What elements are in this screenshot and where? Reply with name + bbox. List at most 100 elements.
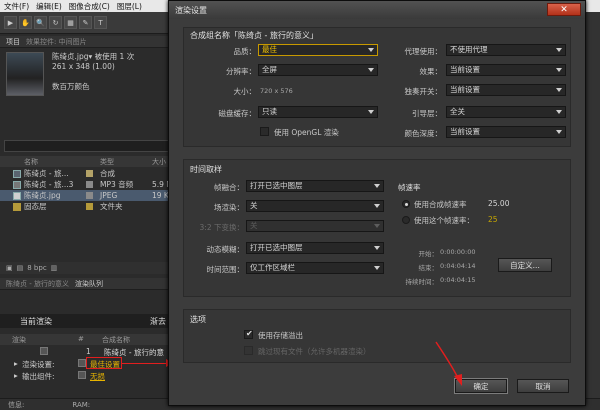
chevron-down-icon xyxy=(374,224,380,228)
project-item[interactable]: 陈绮贞 - 旅... 合成 xyxy=(0,168,170,179)
chevron-down-icon xyxy=(374,204,380,208)
timeline-tabs: 陈绮贞 - 旅行的意义 渲染队列 xyxy=(0,278,170,290)
thumbnail-info: 陈绮贞.jpg▾ 被使用 1 次 261 x 348 (1.00) 数百万颜色 xyxy=(52,52,172,92)
column-comp-name: 合成名称 xyxy=(102,336,130,344)
effects-dropdown[interactable]: 当前设置 xyxy=(446,64,566,76)
project-list: 陈绮贞 - 旅... 合成 陈绮贞 - 旅...3 MP3 音频 5.9 M 陈… xyxy=(0,168,173,212)
new-folder-icon[interactable]: ▤ xyxy=(17,264,24,272)
project-item-name: 陈绮贞 - 旅... xyxy=(24,169,69,178)
color-depth-dropdown[interactable]: 当前设置 xyxy=(446,126,566,138)
proxy-use-dropdown[interactable]: 不使用代理 xyxy=(446,44,566,56)
custom-frame-rate-value[interactable]: 25 xyxy=(488,215,498,224)
use-this-frame-rate-radio[interactable] xyxy=(402,216,410,224)
motion-blur-dropdown[interactable]: 打开已选中图层 xyxy=(246,242,384,254)
pen-tool-icon[interactable]: ✎ xyxy=(79,16,92,29)
chevron-down-icon xyxy=(556,48,562,52)
solo-switch-dropdown[interactable]: 当前设置 xyxy=(446,84,566,96)
custom-time-span-button[interactable]: 自定义... xyxy=(498,258,552,272)
thumbnail-filename[interactable]: 陈绮贞.jpg▾ xyxy=(52,52,92,61)
use-comp-frame-rate-label: 使用合成帧速率 xyxy=(414,200,467,209)
menu-layer[interactable]: 图层(L) xyxy=(117,1,142,12)
use-storage-overflow-label: 使用存储溢出 xyxy=(258,331,303,340)
project-item-type: 合成 xyxy=(100,169,115,178)
label-color-swatch[interactable] xyxy=(86,170,93,177)
opengl-checkbox[interactable] xyxy=(260,127,269,136)
output-module-link[interactable]: 无损 xyxy=(90,371,105,382)
current-render-label: 当前渲染 xyxy=(20,316,52,326)
quality-label: 品质： xyxy=(233,47,257,56)
expand-arrow-icon[interactable]: ▸ xyxy=(14,359,18,368)
options-section: 选项 使用存储溢出 跳过现有文件（允许多机器渲染） xyxy=(183,309,571,363)
render-queue-extra-label: 渐去 xyxy=(150,316,166,326)
column-index: # xyxy=(78,335,84,343)
right-panel-strip xyxy=(585,12,600,398)
resolution-dropdown[interactable]: 全屏 xyxy=(258,64,378,76)
menu-composition[interactable]: 图像合成(C) xyxy=(69,1,110,12)
annotation-arrow-to-ok xyxy=(435,341,462,386)
interpret-footage-icon[interactable]: ▣ xyxy=(6,264,13,272)
duration-value: 0:04:04:15 xyxy=(440,276,476,284)
time-span-dropdown[interactable]: 仅工作区域栏 xyxy=(246,262,384,274)
hand-tool-icon[interactable]: ✋ xyxy=(19,16,32,29)
render-settings-label: 渲染设置: xyxy=(22,360,55,369)
text-tool-icon[interactable]: T xyxy=(94,16,107,29)
project-search-input[interactable] xyxy=(4,140,170,152)
project-panel-tabs: 项目 效果控件: 中间图片 xyxy=(0,36,170,48)
dialog-titlebar[interactable]: 渲染设置 ✕ xyxy=(169,1,585,19)
tab-composition-timeline[interactable]: 陈绮贞 - 旅行的意义 xyxy=(6,279,69,289)
cancel-button[interactable]: 取消 xyxy=(517,379,569,393)
image-file-icon xyxy=(13,191,21,200)
close-icon: ✕ xyxy=(560,4,568,15)
expand-arrow-icon[interactable]: ▸ xyxy=(14,371,18,380)
quality-dropdown[interactable]: 最佳 xyxy=(258,44,378,56)
render-checkbox[interactable] xyxy=(40,347,48,355)
column-type[interactable]: 类型 xyxy=(100,157,114,167)
disk-cache-dropdown[interactable]: 只读 xyxy=(258,106,378,118)
guide-layers-dropdown[interactable]: 全关 xyxy=(446,106,566,118)
label-color-swatch[interactable] xyxy=(86,192,93,199)
use-comp-frame-rate-radio[interactable] xyxy=(402,200,410,208)
menu-file[interactable]: 文件(F) xyxy=(4,1,29,12)
project-item[interactable]: 陈绮贞.jpg JPEG 19 K xyxy=(0,190,170,201)
tab-effect-controls[interactable]: 效果控件: 中间图片 xyxy=(26,37,87,47)
frame-blending-dropdown[interactable]: 打开已选中图层 xyxy=(246,180,384,192)
time-sampling-section: 时间取样 帧融合： 打开已选中图层 场渲染： 关 3:2 下变换： 关 动态模糊… xyxy=(183,159,571,297)
menu-edit[interactable]: 编辑(E) xyxy=(36,1,62,12)
label-color-swatch[interactable] xyxy=(86,203,93,210)
render-settings-dialog: 渲染设置 ✕ 合成组名称「陈绮贞 - 旅行的意义」 品质： 最佳 分辨率： 全屏… xyxy=(168,0,586,406)
project-item[interactable]: 固态层 文件夹 xyxy=(0,201,170,212)
camera-tool-icon[interactable]: ▦ xyxy=(64,16,77,29)
thumbnail-usage: 被使用 1 次 xyxy=(94,52,135,61)
status-info: 信息: xyxy=(8,400,25,409)
trash-icon[interactable]: ▥ xyxy=(51,264,58,272)
project-item[interactable]: 陈绮贞 - 旅...3 MP3 音频 5.9 M xyxy=(0,179,173,190)
output-module-dropdown[interactable] xyxy=(78,371,86,379)
project-item-type: JPEG xyxy=(100,191,118,200)
rotate-tool-icon[interactable]: ↻ xyxy=(49,16,62,29)
selection-tool-icon[interactable]: ▶ xyxy=(4,16,17,29)
column-size[interactable]: 大小 xyxy=(152,157,166,167)
tab-render-queue[interactable]: 渲染队列 xyxy=(75,279,103,289)
render-settings-dropdown[interactable] xyxy=(78,359,86,367)
render-queue-item[interactable]: 1 陈绮贞 - 旅行的意 xyxy=(0,346,170,358)
bit-depth-button[interactable]: 8 bpc xyxy=(27,264,46,272)
thumbnail-colors: 数百万颜色 xyxy=(52,82,90,91)
start-label: 开始： xyxy=(418,250,439,258)
column-name[interactable]: 名称 xyxy=(24,157,38,167)
label-color-swatch[interactable] xyxy=(86,181,93,188)
tab-project[interactable]: 项目 xyxy=(6,37,20,47)
field-render-dropdown[interactable]: 关 xyxy=(246,200,384,212)
size-label: 大小： xyxy=(233,87,257,96)
close-button[interactable]: ✕ xyxy=(547,3,581,16)
zoom-tool-icon[interactable]: 🔍 xyxy=(34,16,47,29)
start-value: 0:00:00:00 xyxy=(440,248,476,256)
folder-icon xyxy=(13,202,21,211)
project-item-name: 陈绮贞 - 旅...3 xyxy=(24,180,74,189)
project-thumbnail xyxy=(6,52,44,96)
project-footer: ▣ ▤ 8 bpc ▥ xyxy=(0,262,170,274)
pulldown-label: 3:2 下变换： xyxy=(199,223,244,232)
use-storage-overflow-checkbox[interactable] xyxy=(244,329,253,339)
time-span-label: 时间范围： xyxy=(206,265,245,274)
project-item-name: 固态层 xyxy=(24,202,47,211)
chevron-down-icon xyxy=(374,246,380,250)
